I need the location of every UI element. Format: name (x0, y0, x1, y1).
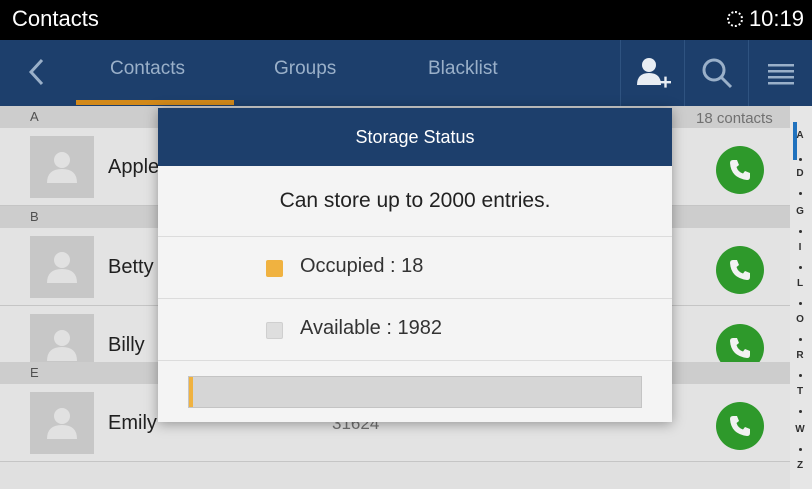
storage-progress-bar (188, 376, 642, 408)
storage-progress-fill (189, 377, 194, 407)
app-title: Contacts (12, 6, 99, 31)
status-right: 10:19 (726, 6, 804, 32)
tab-groups[interactable]: Groups (274, 58, 336, 80)
active-tab-indicator (76, 100, 234, 105)
occupied-label: Occupied : 18 (300, 255, 424, 277)
available-label: Available : 1982 (300, 317, 442, 339)
clock: 10:19 (748, 6, 804, 31)
available-legend-swatch (266, 322, 283, 339)
tab-contacts[interactable]: Contacts (110, 58, 185, 80)
search-icon (702, 58, 732, 89)
back-button[interactable] (22, 56, 54, 88)
action-bar: Contacts Groups Blacklist (0, 40, 812, 106)
storage-status-dialog: Storage Status Can store up to 2000 entr… (158, 108, 672, 422)
sync-icon (726, 11, 743, 27)
occupied-legend-swatch (266, 260, 283, 277)
dialog-message: Can store up to 2000 entries. (279, 189, 551, 212)
status-bar: Contacts 10:19 (0, 0, 812, 40)
menu-icon (767, 64, 794, 85)
add-contact-button[interactable] (620, 40, 684, 106)
occupied-row: Occupied : 18 (158, 236, 672, 298)
menu-button[interactable] (748, 40, 812, 106)
tab-blacklist[interactable]: Blacklist (428, 58, 498, 80)
chevron-left-icon (28, 58, 44, 86)
available-row: Available : 1982 (158, 298, 672, 360)
add-contact-icon (636, 58, 671, 88)
dialog-title: Storage Status (158, 108, 672, 166)
search-button[interactable] (684, 40, 748, 106)
